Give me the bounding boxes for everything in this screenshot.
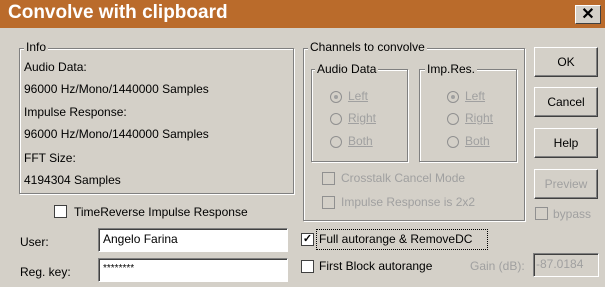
user-label: User: xyxy=(20,235,49,249)
gain-input[interactable]: -87.0184 xyxy=(533,253,599,277)
impulse-2x2-checkbox[interactable] xyxy=(322,196,335,209)
full-autorange-label: Full autorange & RemoveDC xyxy=(319,232,473,246)
preview-button[interactable]: Preview xyxy=(534,169,598,199)
imp-right-label: Right xyxy=(465,111,494,125)
imp-right-radio[interactable] xyxy=(447,113,459,125)
audio-left-radio[interactable] xyxy=(330,91,342,103)
audio-data-value: 96000 Hz/Mono/1440000 Samples xyxy=(24,82,209,96)
regkey-input[interactable]: ******** xyxy=(98,258,288,282)
bypass-label: bypass xyxy=(553,207,592,221)
channels-legend: Channels to convolve xyxy=(308,40,427,54)
fft-size-value: 4194304 Samples xyxy=(24,173,121,187)
imp-left-label: Left xyxy=(465,89,486,103)
gain-label: Gain (dB): xyxy=(470,259,525,273)
bypass-checkbox[interactable] xyxy=(535,207,548,220)
imp-res-legend: Imp.Res. xyxy=(425,62,478,76)
info-legend: Info xyxy=(24,40,49,54)
help-button[interactable]: Help xyxy=(534,128,598,158)
audio-right-label: Right xyxy=(348,111,377,125)
audio-data-legend: Audio Data xyxy=(315,62,379,76)
close-button[interactable]: ✕ xyxy=(575,5,601,24)
imp-both-label: Both xyxy=(465,134,490,148)
audio-data-label: Audio Data: xyxy=(24,60,87,74)
fft-size-label: FFT Size: xyxy=(24,151,76,165)
timereverse-checkbox[interactable] xyxy=(54,205,67,218)
imp-left-radio[interactable] xyxy=(447,91,459,103)
audio-right-radio[interactable] xyxy=(330,113,342,125)
close-icon: ✕ xyxy=(581,6,595,23)
audio-both-radio[interactable] xyxy=(330,136,342,148)
window-title: Convolve with clipboard xyxy=(8,2,228,23)
user-input[interactable]: Angelo Farina xyxy=(98,228,288,252)
full-autorange-checkbox[interactable]: ✓ xyxy=(301,233,314,246)
audio-both-label: Both xyxy=(348,134,373,148)
imp-both-radio[interactable] xyxy=(447,136,459,148)
first-block-label: First Block autorange xyxy=(319,259,433,273)
cancel-button[interactable]: Cancel xyxy=(534,87,598,117)
impulse-response-value: 96000 Hz/Mono/1440000 Samples xyxy=(24,127,209,141)
ok-button[interactable]: OK xyxy=(534,47,598,77)
timereverse-label: TimeReverse Impulse Response xyxy=(74,205,248,219)
impulse-2x2-label: Impulse Response is 2x2 xyxy=(341,195,476,209)
impulse-response-label: Impulse Response: xyxy=(24,105,127,119)
audio-left-label: Left xyxy=(348,89,369,103)
crosstalk-checkbox[interactable] xyxy=(322,172,335,185)
crosstalk-label: Crosstalk Cancel Mode xyxy=(341,171,466,185)
regkey-label: Reg. key: xyxy=(20,265,71,279)
first-block-checkbox[interactable] xyxy=(301,260,314,273)
